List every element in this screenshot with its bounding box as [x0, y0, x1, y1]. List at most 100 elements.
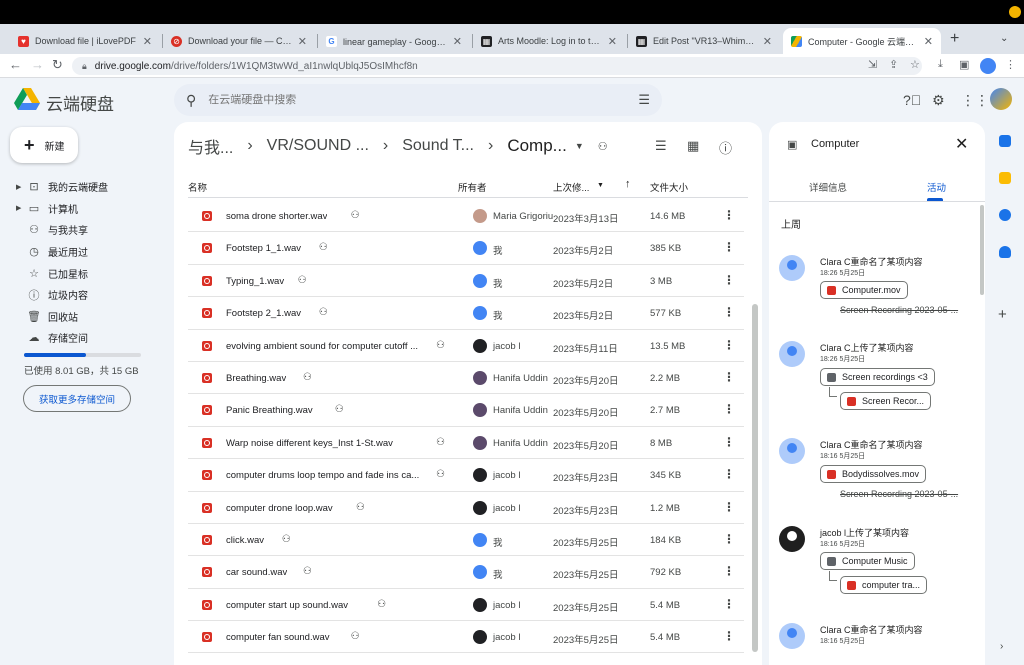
more-actions-icon[interactable]: ⋮	[723, 629, 735, 643]
column-header-owner[interactable]: 所有者	[458, 180, 487, 194]
settings-gear-icon[interactable]: ⚙	[932, 92, 945, 109]
tab-search-chevron-icon[interactable]: ⌄	[1000, 33, 1008, 44]
more-actions-icon[interactable]: ⋮	[723, 305, 735, 319]
tasks-icon[interactable]	[999, 209, 1011, 221]
close-tab-icon[interactable]: ✕	[924, 35, 933, 48]
sort-dropdown-icon[interactable]: ▼	[597, 182, 604, 189]
file-list-scrollbar[interactable]	[752, 304, 758, 652]
url-field[interactable]: 🔒︎ drive.google.com/drive/folders/1W1QM3…	[72, 57, 922, 75]
table-row[interactable]: computer drone loop.wav ⚇ jacob l 2023年5月23…	[188, 492, 744, 524]
browser-tab-4[interactable]: ▦ Arts Moodle: Log in to the site ✕	[473, 28, 625, 54]
app-brand[interactable]: 云端硬盘	[46, 90, 114, 115]
browser-tab-6-active[interactable]: Computer - Google 云端硬盘 ✕	[783, 28, 941, 54]
more-actions-icon[interactable]: ⋮	[723, 532, 735, 546]
browser-profile-avatar[interactable]	[980, 58, 996, 74]
account-avatar[interactable]	[990, 88, 1012, 110]
table-row[interactable]: Warp noise different keys_Inst 1-St.wav ⚇…	[188, 427, 744, 460]
more-actions-icon[interactable]: ⋮	[723, 338, 735, 352]
expand-caret-icon[interactable]: ▶	[16, 183, 24, 191]
download-icon[interactable]: ⤓	[938, 58, 943, 71]
sidebar-item-spam[interactable]: ⓘ 垃圾内容	[0, 284, 160, 306]
table-row[interactable]: Panic Breathing.wav ⚇ Hanifa Uddin 2023年5月2…	[188, 394, 744, 427]
more-actions-icon[interactable]: ⋮	[723, 435, 735, 449]
table-row[interactable]: computer fan sound.wav ⚇ jacob l 2023年5月25日…	[188, 621, 744, 654]
file-chip[interactable]: Computer.mov	[820, 281, 908, 299]
apps-grid-icon[interactable]: ⋮⋮	[961, 92, 989, 109]
tab-details[interactable]: 详细信息	[809, 180, 847, 194]
browser-tab-2[interactable]: ⊘ Download your file — Conver ✕	[163, 28, 315, 54]
filter-icon[interactable]: ☰	[655, 138, 667, 154]
browser-tab-5[interactable]: ▦ Edit Post "VR13–Whimsies A ✕	[628, 28, 780, 54]
breadcrumb-item[interactable]: VR/SOUND ...	[267, 137, 369, 155]
more-actions-icon[interactable]: ⋮	[723, 240, 735, 254]
calendar-icon[interactable]	[999, 135, 1011, 147]
browser-tab-3[interactable]: G linear gameplay - Google 搜索 ✕	[318, 28, 470, 54]
sidebar-item-my-drive[interactable]: ▶ ⊡ 我的云端硬盘	[0, 176, 160, 198]
sidepanel-icon[interactable]: ▣	[959, 58, 969, 71]
close-tab-icon[interactable]: ✕	[143, 35, 152, 48]
get-more-storage-button[interactable]: 获取更多存储空间	[23, 385, 131, 412]
browser-tab-1[interactable]: ♥ Download file | iLovePDF ✕	[10, 28, 160, 54]
file-chip[interactable]: computer tra...	[840, 576, 928, 594]
more-actions-icon[interactable]: ⋮	[723, 273, 735, 287]
close-tab-icon[interactable]: ✕	[608, 35, 617, 48]
details-scrollbar[interactable]	[980, 205, 984, 295]
browser-menu-icon[interactable]: ⋮	[1005, 58, 1016, 71]
collapse-panel-icon[interactable]: ›	[1000, 641, 1003, 652]
column-header-modified[interactable]: 上次修...	[553, 180, 589, 194]
sort-ascending-arrow-icon[interactable]: ↑	[625, 178, 631, 190]
more-actions-icon[interactable]: ⋮	[723, 500, 735, 514]
close-tab-icon[interactable]: ✕	[453, 35, 462, 48]
folder-menu-dropdown-icon[interactable]: ▼	[575, 141, 584, 151]
folder-chip[interactable]: Computer Music	[820, 552, 915, 570]
sidebar-item-starred[interactable]: ☆ 已加星标	[0, 262, 160, 284]
more-actions-icon[interactable]: ⋮	[723, 597, 735, 611]
sidebar-item-shared[interactable]: ⚇ 与我共享	[0, 219, 160, 241]
more-actions-icon[interactable]: ⋮	[723, 402, 735, 416]
table-row[interactable]: soma drone shorter.wav ⚇ Maria Grigoriu 202…	[188, 200, 744, 233]
file-chip[interactable]: Screen Recor...	[840, 392, 932, 410]
new-button[interactable]: + 新建	[10, 127, 78, 163]
search-options-icon[interactable]: ☰	[638, 92, 650, 108]
reload-icon[interactable]: ↻	[52, 57, 63, 73]
table-row[interactable]: Typing_1.wav ⚇ 我 2023年5月2日 3 MB ⋮	[188, 265, 744, 298]
install-icon[interactable]: ⇲	[868, 58, 877, 71]
sidebar-item-storage[interactable]: ☁ 存储空间	[0, 327, 160, 349]
breadcrumb-current[interactable]: Comp...	[507, 136, 567, 156]
search-input[interactable]	[208, 94, 609, 106]
new-tab-button[interactable]: +	[950, 30, 959, 48]
sidebar-item-trash[interactable]: 🗑︎ 回收站	[0, 306, 160, 328]
breadcrumb-item[interactable]: 与我...	[188, 134, 233, 158]
search-bar[interactable]: ⚲ ☰	[174, 84, 662, 116]
column-header-size[interactable]: 文件大小	[650, 180, 688, 194]
share-icon[interactable]: ⇪	[889, 58, 898, 71]
search-icon[interactable]: ⚲	[186, 92, 196, 109]
column-header-name[interactable]: 名称	[188, 180, 207, 194]
keep-icon[interactable]	[999, 172, 1011, 184]
table-row[interactable]: Footstep 1_1.wav ⚇ 我 2023年5月2日 385 KB ⋮	[188, 232, 744, 265]
more-actions-icon[interactable]: ⋮	[723, 208, 735, 222]
sidebar-item-recent[interactable]: ◷ 最近用过	[0, 241, 160, 263]
expand-caret-icon[interactable]: ▶	[16, 204, 24, 212]
table-row[interactable]: computer start up sound.wav ⚇ jacob l 2023年…	[188, 589, 744, 622]
more-actions-icon[interactable]: ⋮	[723, 467, 735, 481]
back-arrow-icon[interactable]: ←	[9, 57, 22, 72]
tab-activity[interactable]: 活动	[927, 180, 946, 194]
breadcrumb-item[interactable]: Sound T...	[402, 137, 474, 155]
close-tab-icon[interactable]: ✕	[298, 35, 307, 48]
folder-chip[interactable]: Screen recordings <3	[820, 368, 935, 386]
table-row[interactable]: car sound.wav ⚇ 我 2023年5月25日 792 KB ⋮	[188, 556, 744, 589]
close-icon[interactable]: ✕	[955, 134, 968, 154]
info-icon[interactable]: ⓘ	[719, 138, 732, 157]
table-row[interactable]: Footstep 2_1.wav ⚇ 我 2023年5月2日 577 KB ⋮	[188, 297, 744, 330]
help-icon[interactable]: ?⃝	[903, 92, 921, 108]
grid-view-icon[interactable]: ▦	[687, 138, 699, 154]
table-row[interactable]: Breathing.wav ⚇ Hanifa Uddin 2023年5月20日 2.2 …	[188, 362, 744, 395]
table-row[interactable]: evolving ambient sound for computer cuto…	[188, 330, 744, 362]
file-chip[interactable]: Bodydissolves.mov	[820, 465, 927, 483]
contacts-icon[interactable]	[999, 246, 1011, 258]
sidebar-item-computers[interactable]: ▶ ▭ 计算机	[0, 198, 160, 220]
add-addon-icon[interactable]: +	[998, 306, 1007, 323]
table-row[interactable]: click.wav ⚇ 我 2023年5月25日 184 KB ⋮	[188, 524, 744, 557]
table-row[interactable]: computer drums loop tempo and fade ins c…	[188, 459, 744, 492]
